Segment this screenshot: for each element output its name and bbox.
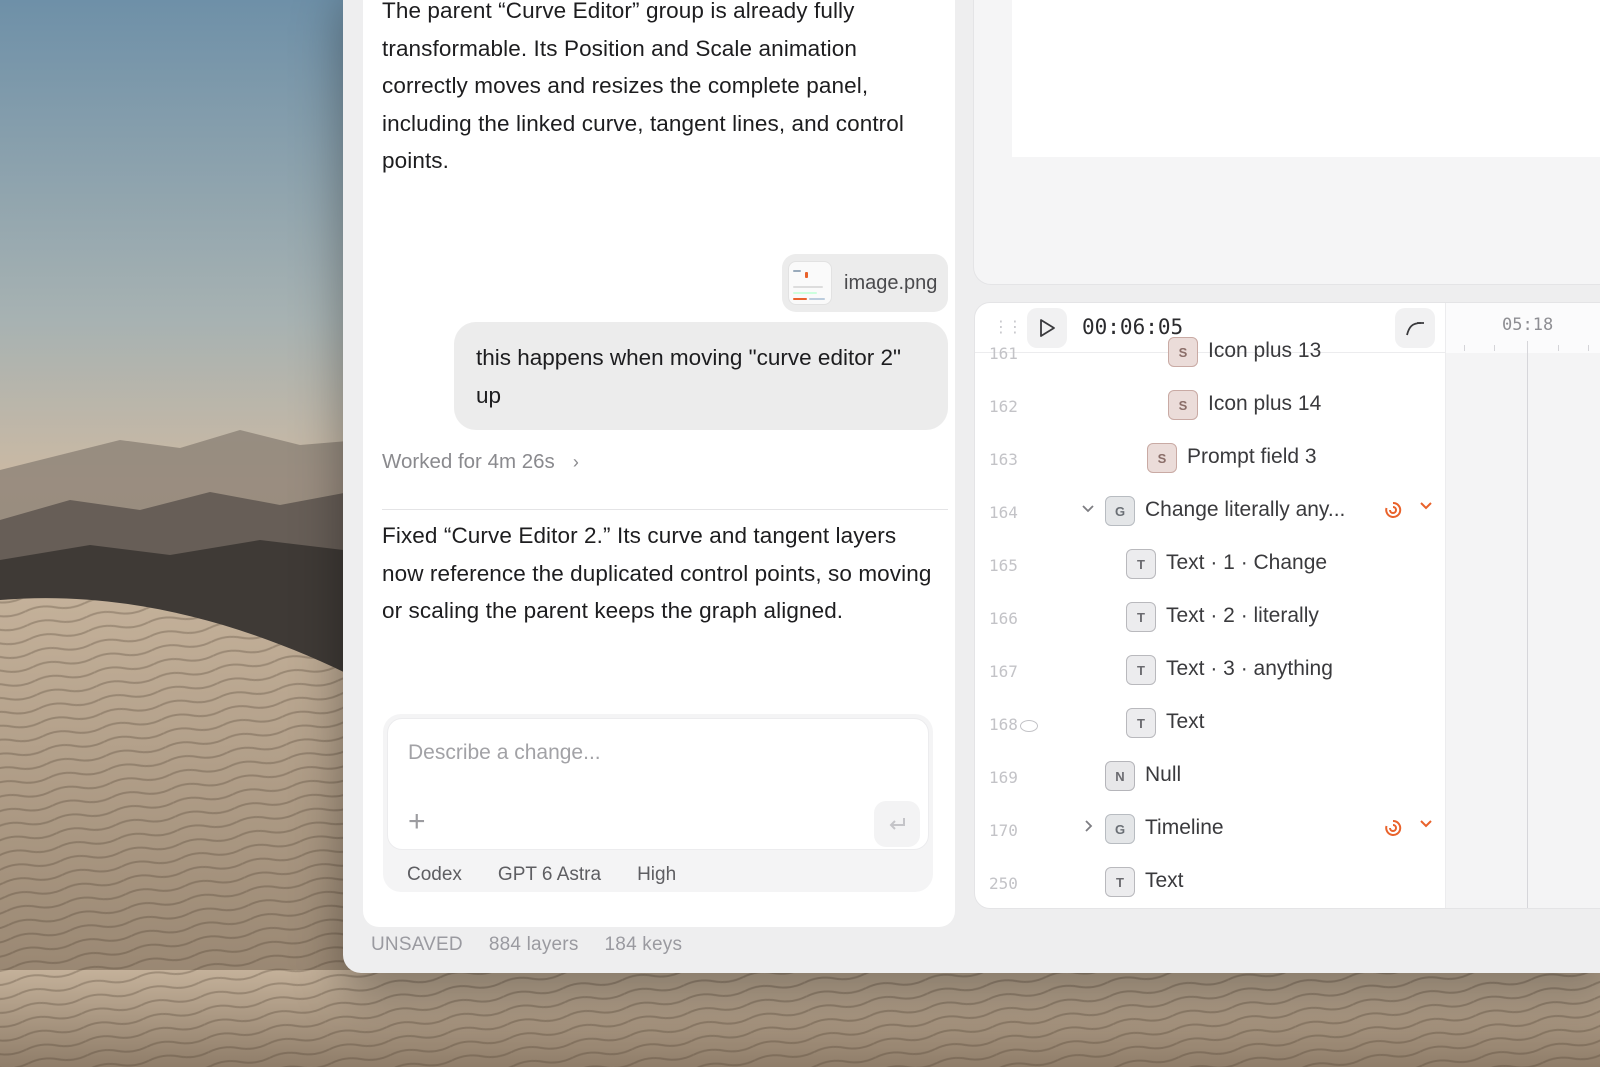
composer-options: Codex GPT 6 Astra High	[407, 864, 676, 886]
status-bar: UNSAVED 884 layers 184 keys	[371, 934, 682, 956]
text-layer-badge: T	[1126, 708, 1156, 738]
worked-for-label: Worked for 4m 26s	[382, 450, 555, 473]
layer-name: Icon plus 14	[1208, 392, 1322, 415]
layer-row[interactable]: 168 T Text	[975, 704, 1445, 757]
composer: + Codex GPT 6 Astra High	[383, 714, 933, 892]
row-number: 161	[989, 344, 1018, 363]
layer-row[interactable]: 250 T Text	[975, 863, 1445, 908]
chevron-right-icon: ›	[572, 451, 579, 472]
layer-row[interactable]: 164 G Change literally any...	[975, 492, 1445, 545]
layer-name: Prompt field 3	[1187, 445, 1317, 468]
user-message-bubble: this happens when moving "curve editor 2…	[454, 322, 948, 430]
row-number: 250	[989, 874, 1018, 893]
chat-panel: The parent “Curve Editor” group is alrea…	[363, 0, 955, 927]
layer-row[interactable]: 163 S Prompt field 3	[975, 439, 1445, 492]
layer-row[interactable]: 170 G Timeline	[975, 810, 1445, 863]
row-number: 170	[989, 821, 1018, 840]
ruler-tick	[1588, 345, 1589, 351]
attachment-thumbnail	[788, 261, 832, 305]
effort-select[interactable]: High	[637, 864, 676, 886]
assistant-message: Fixed “Curve Editor 2.” Its curve and ta…	[382, 523, 932, 623]
text-layer-badge: T	[1126, 655, 1156, 685]
chevron-down-icon[interactable]	[1419, 816, 1433, 834]
prompt-input[interactable]	[408, 741, 848, 765]
shape-layer-badge: S	[1168, 390, 1198, 420]
layer-row[interactable]: 169 N Null	[975, 757, 1445, 810]
divider	[382, 509, 948, 510]
layer-row[interactable]: 162 S Icon plus 14	[975, 386, 1445, 439]
layer-name: Timeline	[1145, 816, 1224, 839]
send-button[interactable]	[874, 801, 920, 847]
chevron-down-icon[interactable]	[1419, 498, 1433, 516]
layer-name: Text	[1166, 710, 1205, 733]
worked-for-toggle[interactable]: Worked for 4m 26s ›	[382, 450, 579, 474]
layer-name: Change literally any...	[1145, 498, 1346, 521]
layer-name: Text · 1 · Change	[1166, 551, 1328, 574]
layer-name: Text · 2 · literally	[1166, 604, 1319, 627]
text-layer-badge: T	[1126, 549, 1156, 579]
layer-row[interactable]: 166 T Text · 2 · literally	[975, 598, 1445, 651]
chevron-right-icon[interactable]	[1078, 818, 1098, 839]
text-layer-badge: T	[1105, 867, 1135, 897]
group-layer-badge: G	[1105, 814, 1135, 844]
shape-layer-badge: S	[1147, 443, 1177, 473]
composer-field: +	[387, 718, 929, 850]
chevron-down-icon[interactable]	[1078, 500, 1098, 521]
swirl-icon[interactable]	[1383, 818, 1403, 843]
plus-icon[interactable]: +	[408, 807, 426, 837]
layer-row[interactable]: 165 T Text · 1 · Change	[975, 545, 1445, 598]
row-number: 165	[989, 556, 1018, 575]
shape-layer-badge: S	[1168, 337, 1198, 367]
ruler-tick	[1464, 345, 1465, 351]
null-layer-badge: N	[1105, 761, 1135, 791]
layer-count: 884 layers	[488, 934, 579, 955]
group-layer-badge: G	[1105, 496, 1135, 526]
swirl-icon[interactable]	[1383, 500, 1403, 525]
model-select[interactable]: GPT 6 Astra	[498, 864, 601, 886]
layer-name: Text	[1145, 869, 1184, 892]
row-number: 167	[989, 662, 1018, 681]
assistant-message: The parent “Curve Editor” group is alrea…	[382, 0, 904, 173]
time-ruler[interactable]: 05:18	[1445, 303, 1600, 353]
layer-name: Null	[1145, 763, 1182, 786]
layer-row[interactable]: 167 T Text · 3 · anything	[975, 651, 1445, 704]
layer-row[interactable]: 161 S Icon plus 13	[975, 333, 1445, 386]
image-attachment[interactable]: image.png	[782, 254, 948, 312]
row-number: 163	[989, 450, 1018, 469]
row-number: 162	[989, 397, 1018, 416]
row-number: 166	[989, 609, 1018, 628]
layer-name: Icon plus 13	[1208, 339, 1322, 362]
row-number: 168	[989, 715, 1038, 734]
timeline-track-area[interactable]	[1445, 341, 1600, 908]
preview-panel	[973, 0, 1600, 285]
ruler-mark: 05:18	[1502, 315, 1554, 335]
layer-list: 161 S Icon plus 13 162 S Icon plus 14 16…	[975, 333, 1445, 908]
row-number: 164	[989, 503, 1018, 522]
ruler-tick	[1494, 345, 1495, 351]
layer-name: Text · 3 · anything	[1166, 657, 1333, 680]
attachment-name: image.png	[844, 271, 938, 294]
playhead[interactable]	[1527, 341, 1528, 908]
save-state: UNSAVED	[371, 934, 463, 955]
key-count: 184 keys	[604, 934, 683, 955]
agent-select[interactable]: Codex	[407, 864, 462, 886]
return-icon	[889, 818, 905, 830]
ruler-tick	[1558, 345, 1559, 351]
app-window: The parent “Curve Editor” group is alrea…	[343, 0, 1600, 973]
row-number: 169	[989, 768, 1018, 787]
text-layer-badge: T	[1126, 602, 1156, 632]
timeline-panel: ⋮⋮ 00:06:05 05:18 161 S Icon plus 13 162…	[974, 302, 1600, 909]
preview-canvas[interactable]	[1012, 0, 1600, 157]
